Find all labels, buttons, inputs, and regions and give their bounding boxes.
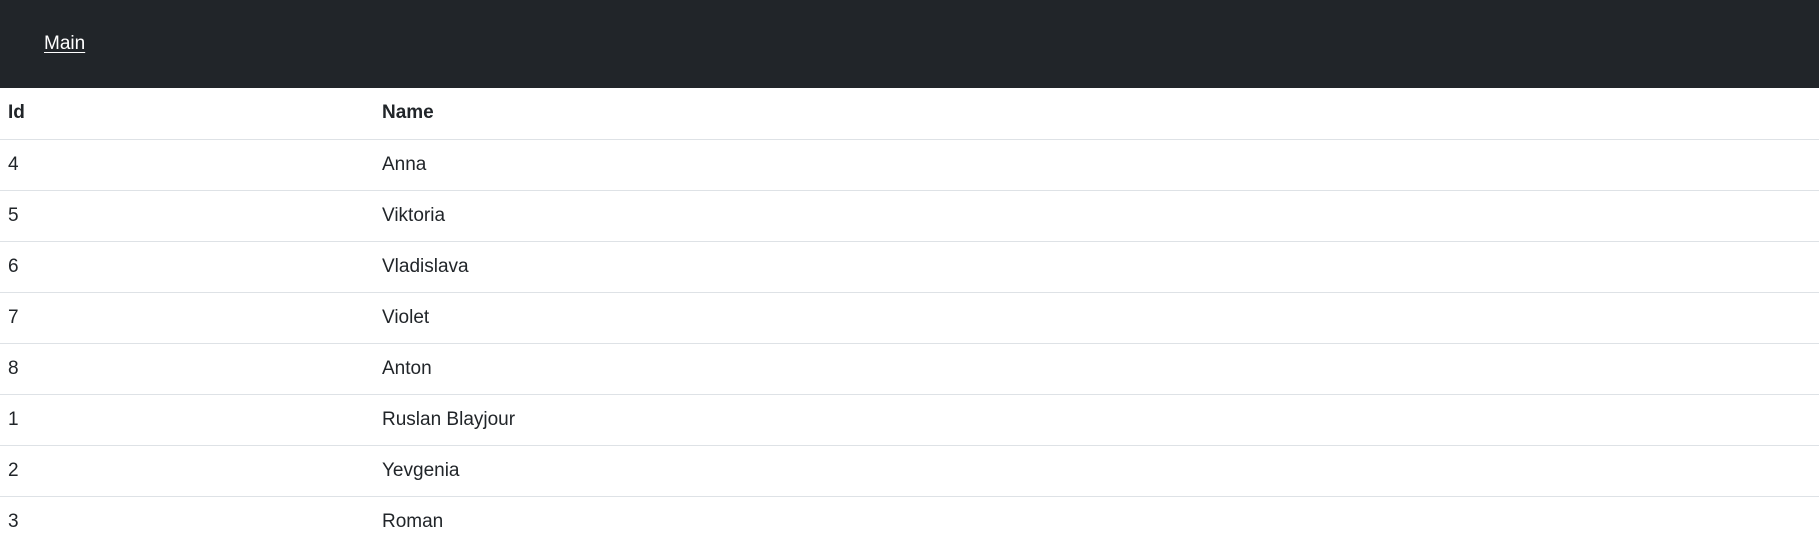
- cell-name: Anna: [374, 139, 1819, 191]
- cell-name: Violet: [374, 292, 1819, 344]
- cell-id: 8: [0, 343, 374, 395]
- navbar: Main: [0, 0, 1819, 88]
- cell-name: Vladislava: [374, 241, 1819, 293]
- table-row: 7 Violet: [0, 292, 1819, 344]
- cell-id: 5: [0, 190, 374, 242]
- table-row: 3 Roman: [0, 496, 1819, 546]
- table-header: Id Name: [0, 88, 1819, 140]
- cell-name: Anton: [374, 343, 1819, 395]
- cell-name: Roman: [382, 510, 444, 532]
- table-row: 1 Ruslan Blayjour: [0, 394, 1819, 446]
- main-link[interactable]: Main: [44, 33, 85, 55]
- table-body: 4 Anna 5 Viktoria 6 Vladislava 7 Violet …: [0, 139, 1819, 546]
- cell-id: 2: [0, 445, 374, 497]
- cell-name: Yevgenia: [374, 445, 1819, 497]
- cell-id: 4: [0, 139, 374, 191]
- table-row: 4 Anna: [0, 139, 1819, 191]
- table-row: 8 Anton: [0, 343, 1819, 395]
- table-row: 2 Yevgenia: [0, 445, 1819, 497]
- cell-id: 3: [8, 510, 19, 532]
- column-header-id: Id: [0, 88, 374, 140]
- cell-name: Ruslan Blayjour: [374, 394, 1819, 446]
- cell-id: 1: [0, 394, 374, 446]
- table-header-row: Id Name: [0, 88, 1819, 140]
- cell-id: 6: [0, 241, 374, 293]
- cell-name: Viktoria: [374, 190, 1819, 242]
- table-row: 6 Vladislava: [0, 241, 1819, 293]
- column-header-name: Name: [374, 88, 1819, 140]
- table-row: 5 Viktoria: [0, 190, 1819, 242]
- main-content: Id Name 4 Anna 5 Viktoria 6 Vladislava 7…: [0, 88, 1819, 546]
- people-table: Id Name 4 Anna 5 Viktoria 6 Vladislava 7…: [0, 88, 1819, 546]
- cell-id: 7: [0, 292, 374, 344]
